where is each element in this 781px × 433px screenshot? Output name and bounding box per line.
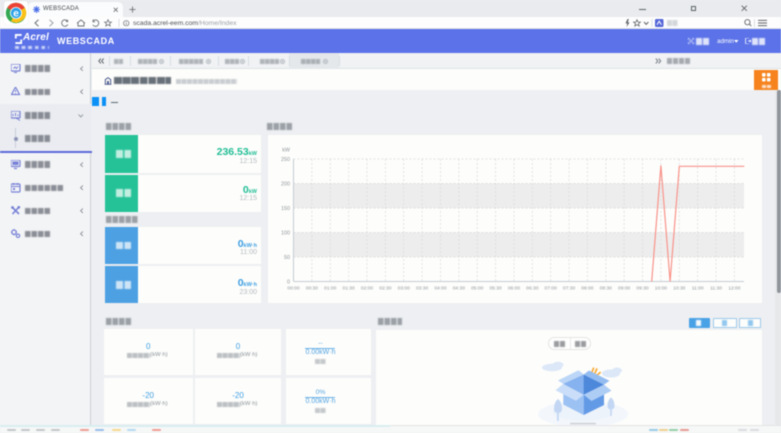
- svg-text:07:00: 07:00: [545, 286, 558, 292]
- svg-text:10:30: 10:30: [673, 286, 686, 292]
- svg-text:200: 200: [281, 181, 290, 187]
- svg-text:50: 50: [284, 255, 290, 261]
- svg-text:09:00: 09:00: [618, 286, 631, 292]
- svg-text:00:30: 00:30: [306, 286, 319, 292]
- svg-text:05:30: 05:30: [489, 286, 502, 292]
- svg-text:150: 150: [281, 206, 290, 212]
- svg-text:02:30: 02:30: [379, 286, 392, 292]
- svg-text:09:30: 09:30: [636, 286, 649, 292]
- svg-text:08:30: 08:30: [600, 286, 613, 292]
- svg-text:02:00: 02:00: [361, 286, 374, 292]
- svg-text:12:00: 12:00: [728, 286, 741, 292]
- svg-text:07:30: 07:30: [563, 286, 576, 292]
- svg-text:06:00: 06:00: [508, 286, 521, 292]
- svg-text:250: 250: [281, 157, 290, 163]
- svg-text:11:30: 11:30: [710, 286, 722, 292]
- svg-text:04:00: 04:00: [434, 286, 447, 292]
- svg-text:03:30: 03:30: [416, 286, 429, 292]
- svg-text:10:00: 10:00: [655, 286, 668, 292]
- svg-text:0: 0: [287, 279, 290, 285]
- svg-text:01:00: 01:00: [324, 286, 337, 292]
- svg-text:03:00: 03:00: [398, 286, 411, 292]
- svg-text:01:30: 01:30: [342, 286, 355, 292]
- svg-text:00:00: 00:00: [287, 286, 300, 292]
- svg-text:04:30: 04:30: [453, 286, 466, 292]
- svg-text:06:30: 06:30: [526, 286, 539, 292]
- svg-text:100: 100: [281, 230, 290, 236]
- svg-text:08:00: 08:00: [581, 286, 594, 292]
- svg-text:e: e: [13, 7, 19, 19]
- svg-text:05:00: 05:00: [471, 286, 484, 292]
- svg-text:kW: kW: [282, 148, 291, 154]
- svg-text:11:00: 11:00: [692, 286, 704, 292]
